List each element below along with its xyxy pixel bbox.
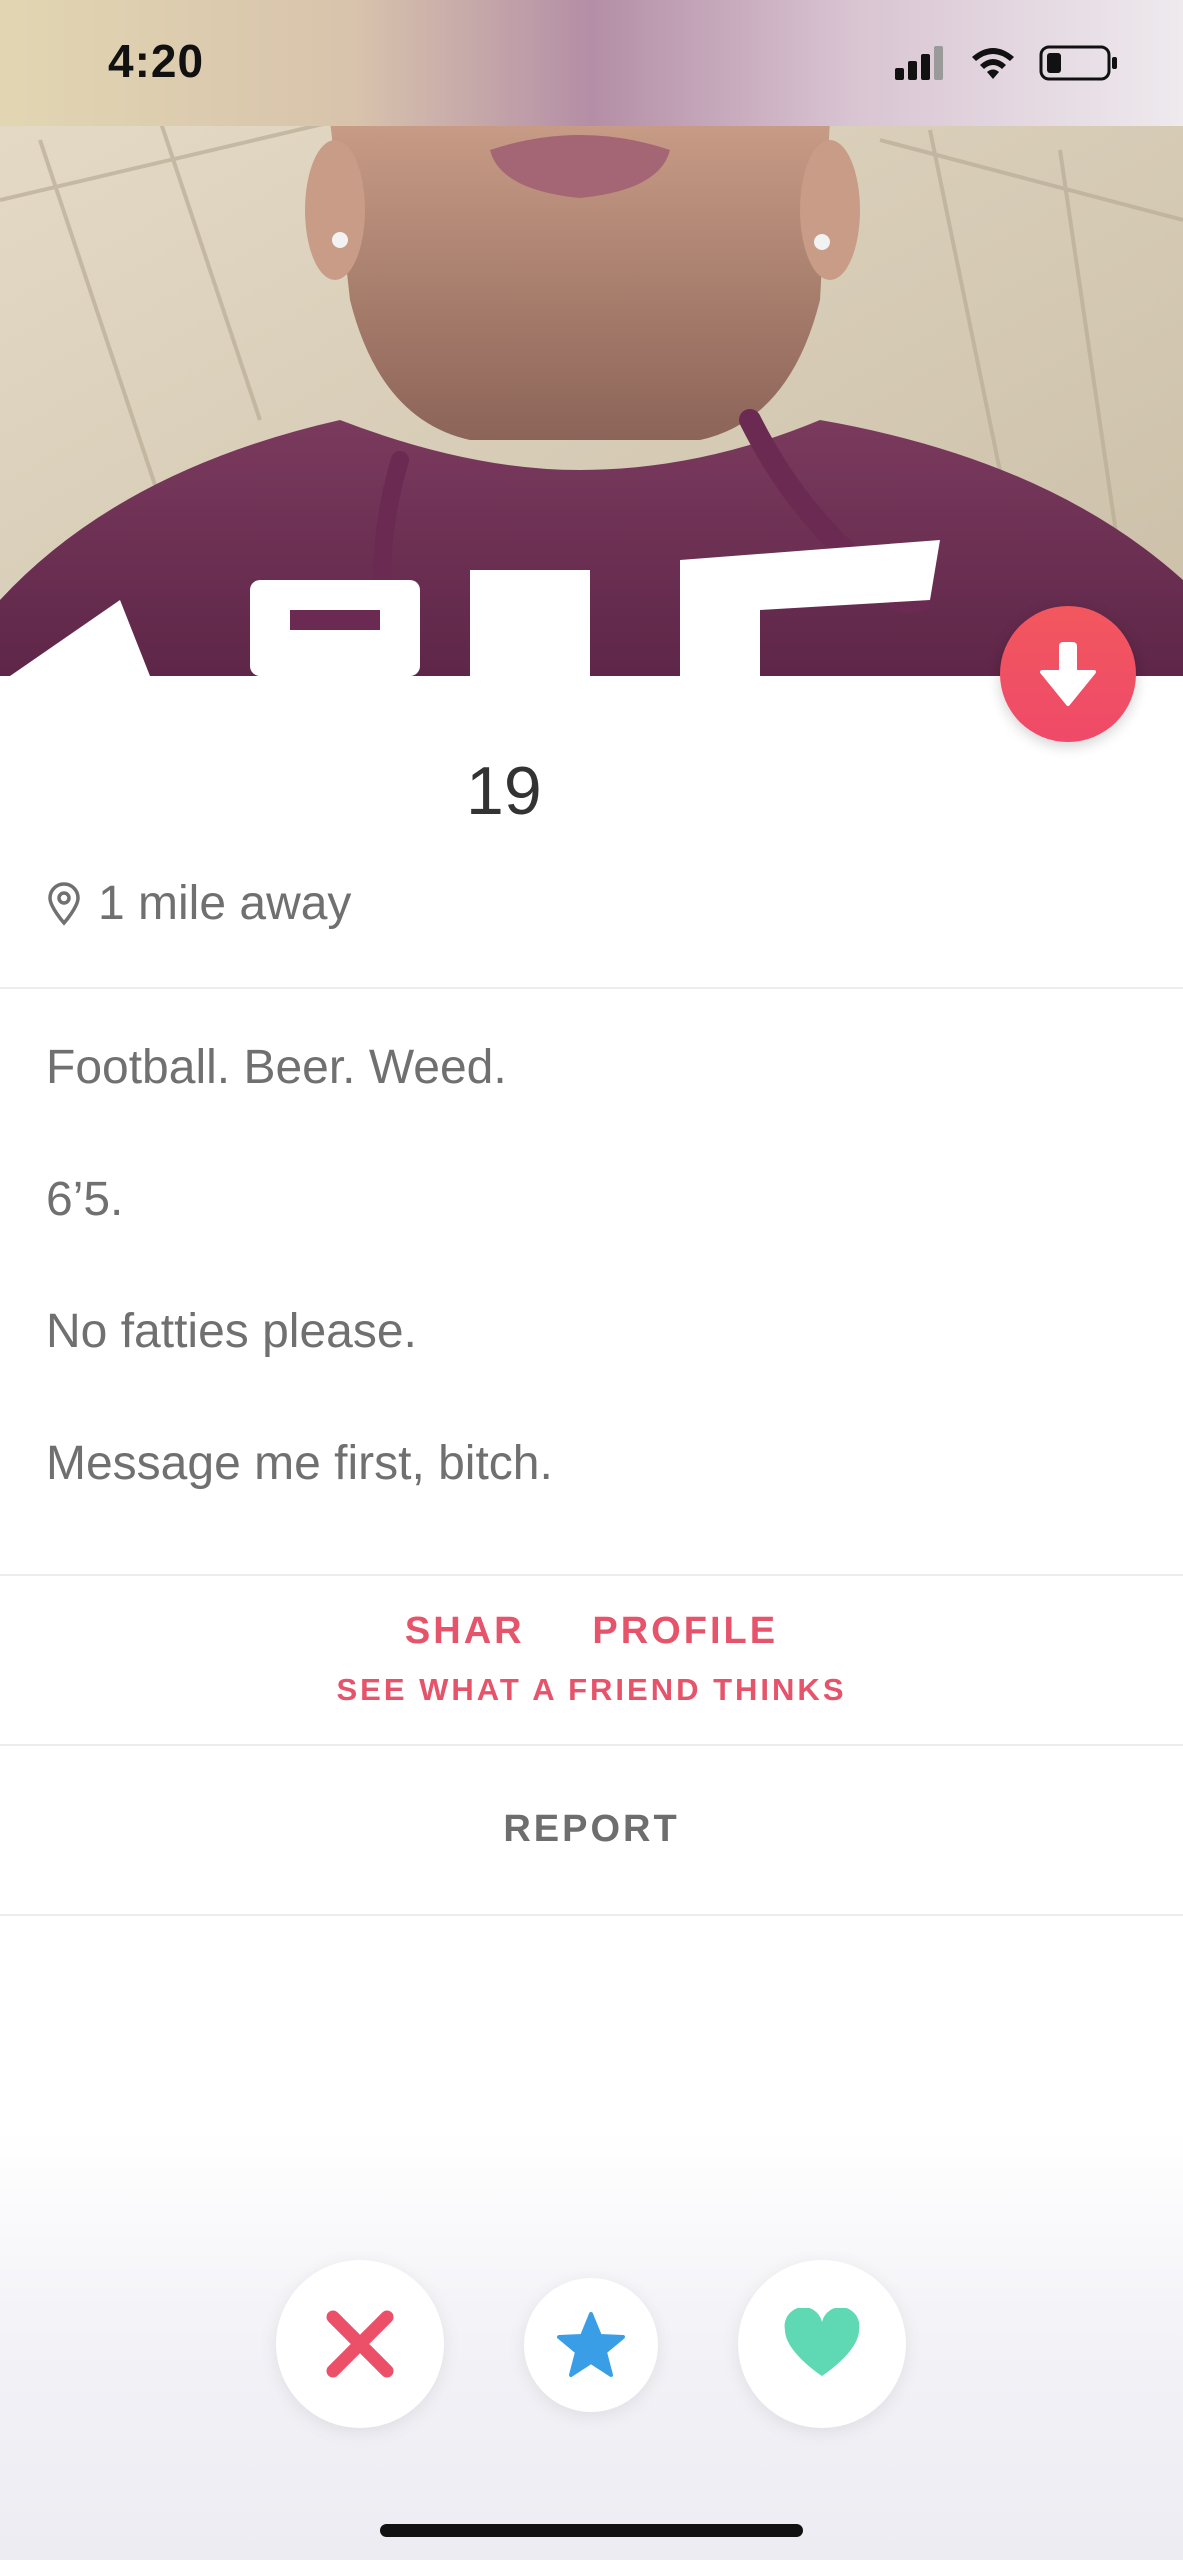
location-pin-icon [48,881,80,926]
super-like-button[interactable] [524,2278,658,2412]
distance-row: 1 mile away [46,876,351,931]
name-age-row: 19 [46,752,542,830]
divider [0,1574,1183,1576]
divider [0,1914,1183,1916]
profile-age: 19 [466,753,542,829]
cellular-signal-icon [895,46,943,80]
wifi-icon [972,48,1014,79]
name-redacted [46,758,466,814]
bio-line: No fatties please. [46,1305,417,1358]
bio-line: Message me first, bitch. [46,1437,553,1490]
battery-icon [1039,45,1117,81]
share-profile-button[interactable]: SHAR PROFILE [0,1610,1183,1653]
share-profile-subtitle: SEE WHAT A FRIEND THINKS [336,1672,847,1707]
status-time: 4:20 [108,35,205,87]
heart-icon [784,2308,860,2376]
nope-button[interactable] [276,2260,444,2428]
divider [0,1744,1183,1746]
like-button[interactable] [738,2260,906,2428]
home-indicator [380,2524,803,2537]
divider [0,987,1183,989]
bio-line: 6’5. [46,1173,124,1226]
status-icons [895,44,1119,82]
star-icon [557,2312,625,2377]
close-icon [326,2310,394,2378]
distance-text: 1 mile away [98,877,352,930]
report-button[interactable]: REPORT [0,1808,1183,1851]
bio-line: Football. Beer. Weed. [46,1041,507,1094]
arrow-down-icon [1040,642,1096,706]
status-bar: 4:20 [0,0,1183,126]
collapse-profile-button[interactable] [1000,606,1136,742]
